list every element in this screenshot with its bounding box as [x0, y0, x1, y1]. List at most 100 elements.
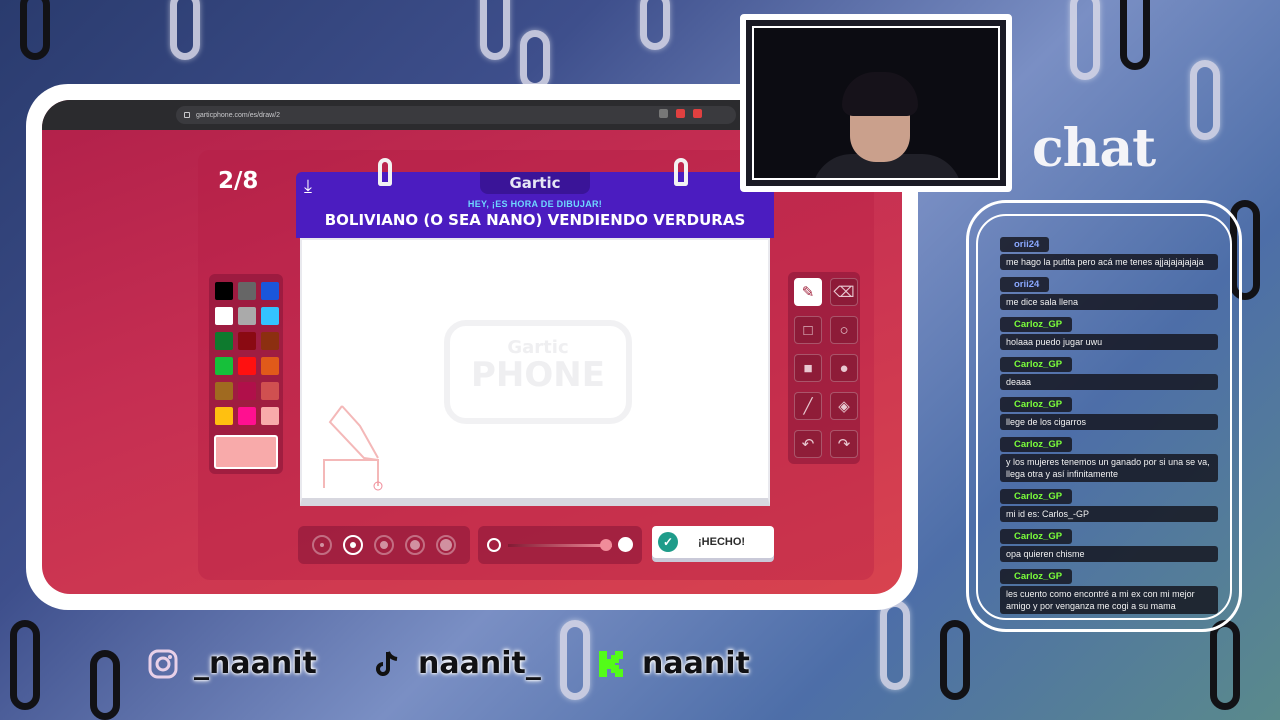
chat-message: Carloz_GPholaaa puedo jugar uwu: [1000, 314, 1218, 350]
chat-username[interactable]: Carloz_GP: [1000, 569, 1073, 584]
line-tool[interactable]: ╱: [794, 392, 822, 420]
chat-message: Carloz_GPles cuento como encontré a mi e…: [1000, 566, 1218, 614]
chat-message-text: les cuento como encontré a mi ex con mi …: [1000, 586, 1218, 614]
rectangle-fill-tool[interactable]: ■: [794, 354, 822, 382]
tiktok-handle: naanit_: [418, 646, 541, 681]
rectangle-fill-icon: ■: [803, 359, 813, 377]
brush-size-option[interactable]: [405, 535, 426, 555]
chat-message-list: orii24 me hago la putita pero acá me tene…: [1000, 234, 1218, 618]
opacity-min-icon: [487, 538, 501, 552]
gartic-logo: Gartic: [480, 172, 590, 194]
ellipse-outline-tool[interactable]: ○: [830, 316, 858, 344]
fill-bucket-icon: ◈: [838, 398, 850, 415]
color-swatch[interactable]: [238, 307, 256, 325]
undo-tool[interactable]: ↶: [794, 430, 822, 458]
color-swatch[interactable]: [238, 382, 256, 400]
chat-panel: orii24 me hago la putita pero acá me tene…: [976, 214, 1232, 620]
sketch-stroke: [323, 405, 383, 491]
chat-message-text: deaaa: [1000, 374, 1218, 390]
done-label: ¡HECHO!: [698, 536, 746, 548]
brush-size-option[interactable]: [311, 535, 332, 555]
draw-subtitle: HEY, ¡ES HORA DE DIBUJAR!: [467, 199, 603, 209]
binder-ring-right: [674, 158, 688, 186]
color-swatch[interactable]: [238, 407, 256, 425]
chat-message: orii24 me dice sala llena: [1000, 274, 1218, 310]
chat-username[interactable]: orii24: [1000, 237, 1050, 252]
done-button[interactable]: ✓ ¡HECHO!: [652, 526, 774, 558]
drawing-canvas[interactable]: Gartic PHONE: [300, 238, 770, 506]
opacity-slider[interactable]: [478, 526, 642, 564]
kick-icon: [596, 649, 626, 679]
chat-username[interactable]: Carloz_GP: [1000, 437, 1073, 452]
color-swatches: [215, 282, 279, 425]
instagram-icon: [148, 649, 178, 679]
watermark-phone: PHONE: [471, 355, 605, 395]
kick-handle: naanit: [642, 646, 750, 681]
brush-size-selector: [298, 526, 470, 564]
chat-message: Carloz_GPopa quieren chisme: [1000, 526, 1218, 562]
pencil-tool[interactable]: ✎: [794, 278, 822, 306]
color-swatch[interactable]: [215, 282, 233, 300]
opacity-thumb[interactable]: [600, 539, 612, 551]
color-swatch[interactable]: [215, 307, 233, 325]
color-swatch[interactable]: [238, 282, 256, 300]
social-tiktok: naanit_: [372, 646, 541, 681]
rectangle-outline-icon: □: [803, 321, 813, 339]
color-swatch[interactable]: [238, 332, 256, 350]
eraser-tool[interactable]: ⌫: [830, 278, 858, 306]
brush-size-option[interactable]: [342, 535, 363, 555]
chat-message-text: me dice sala llena: [1000, 294, 1218, 310]
color-swatch[interactable]: [261, 382, 279, 400]
tiktok-icon: [372, 649, 402, 679]
webcam-frame: [740, 14, 1012, 192]
redo-icon: ↷: [837, 436, 851, 453]
redo-tool[interactable]: ↷: [830, 430, 858, 458]
check-icon: ✓: [658, 532, 678, 552]
chat-username[interactable]: Carloz_GP: [1000, 529, 1073, 544]
binder-ring-left: [378, 158, 392, 186]
chat-title: chat: [1032, 118, 1156, 179]
chat-message: Carloz_GPdeaaa: [1000, 354, 1218, 390]
chat-username[interactable]: Carloz_GP: [1000, 489, 1073, 504]
chat-message-text: llege de los cigarros: [1000, 414, 1218, 430]
social-kick: naanit: [596, 646, 750, 681]
color-swatch[interactable]: [215, 332, 233, 350]
color-swatch[interactable]: [215, 382, 233, 400]
rectangle-outline-tool[interactable]: □: [794, 316, 822, 344]
color-palette: [209, 274, 283, 474]
fill-bucket-tool[interactable]: ◈: [830, 392, 858, 420]
chat-message: Carloz_GPllege de los cigarros: [1000, 394, 1218, 430]
chat-message: Carloz_GPmi id es: Carlos_-GP: [1000, 486, 1218, 522]
color-swatch[interactable]: [261, 407, 279, 425]
chat-username[interactable]: Carloz_GP: [1000, 317, 1073, 332]
eraser-icon: ⌫: [833, 284, 855, 301]
chat-message: Carloz_GPy los mujeres tenemos un ganado…: [1000, 434, 1218, 482]
selected-color-preview: [214, 435, 278, 469]
social-instagram: _naanit: [148, 646, 317, 681]
brush-size-option[interactable]: [373, 535, 394, 555]
webcam-feed: [752, 26, 1000, 180]
color-swatch[interactable]: [215, 357, 233, 375]
chat-message-text: opa quieren chisme: [1000, 546, 1218, 562]
chat-username[interactable]: Carloz_GP: [1000, 397, 1073, 412]
line-icon: ╱: [803, 398, 813, 415]
color-swatch[interactable]: [238, 357, 256, 375]
color-swatch[interactable]: [261, 307, 279, 325]
color-swatch[interactable]: [261, 357, 279, 375]
ellipse-fill-tool[interactable]: ●: [830, 354, 858, 382]
opacity-track[interactable]: [508, 544, 612, 547]
chat-username[interactable]: Carloz_GP: [1000, 357, 1073, 372]
chat-message: orii24 me hago la putita pero acá me tene…: [1000, 234, 1218, 270]
round-counter: 2/8: [218, 168, 259, 194]
color-swatch[interactable]: [261, 282, 279, 300]
streamer-hair: [842, 72, 918, 116]
chat-message-text: mi id es: Carlos_-GP: [1000, 506, 1218, 522]
chat-message-text: holaaa puedo jugar uwu: [1000, 334, 1218, 350]
download-icon[interactable]: ⤓: [304, 176, 312, 197]
chat-message-text: y los mujeres tenemos un ganado por si u…: [1000, 454, 1218, 482]
color-swatch[interactable]: [261, 332, 279, 350]
color-swatch[interactable]: [215, 407, 233, 425]
chat-username[interactable]: orii24: [1000, 277, 1050, 292]
brush-size-option[interactable]: [436, 535, 457, 555]
board-header: ⤓ Gartic HEY, ¡ES HORA DE DIBUJAR! BOLIV…: [296, 158, 774, 238]
